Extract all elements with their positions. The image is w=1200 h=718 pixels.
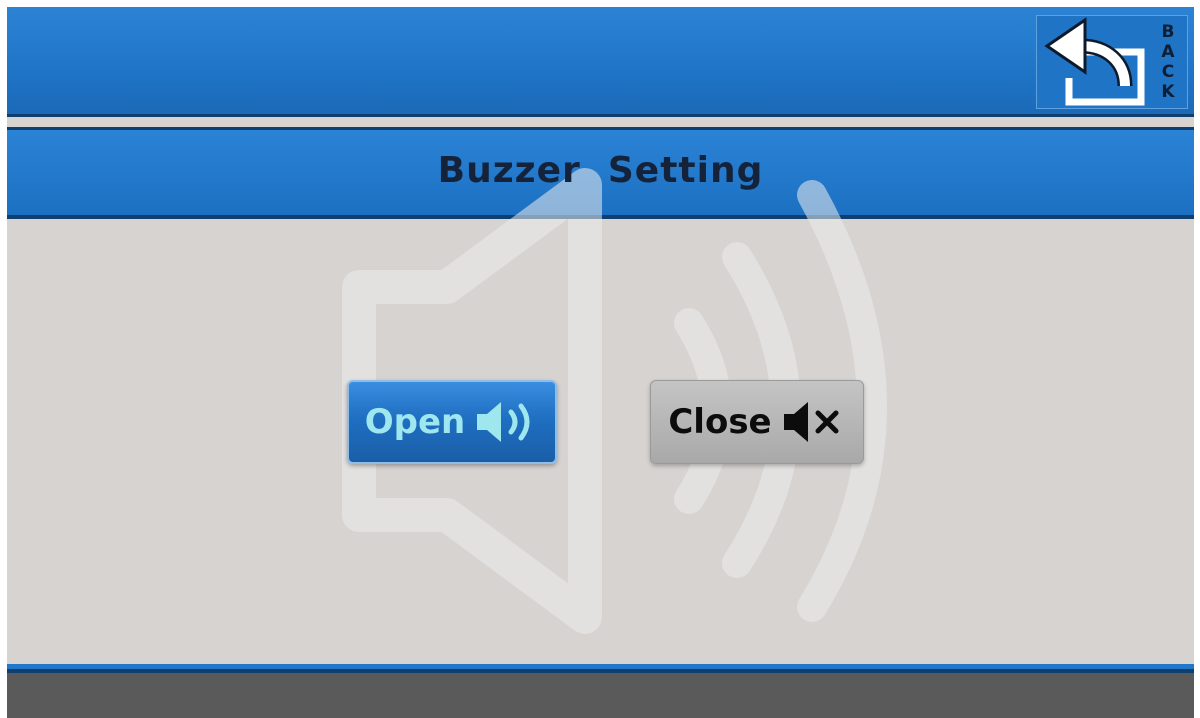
close-label: Close [668, 402, 772, 442]
speaker-mute-icon [783, 402, 839, 442]
open-button[interactable]: Open [347, 380, 557, 464]
back-letter: A [1161, 42, 1175, 62]
open-label: Open [364, 402, 466, 442]
back-letter: C [1161, 62, 1175, 82]
close-button[interactable]: Close [650, 380, 864, 464]
return-arrow-icon [1044, 17, 1145, 106]
back-label: B A C K [1157, 22, 1179, 102]
back-letter: B [1161, 22, 1175, 42]
header-divider [7, 117, 1194, 127]
footer-bar [7, 664, 1194, 718]
back-button[interactable]: B A C K [1036, 15, 1188, 109]
page-title: Buzzer Setting [437, 150, 764, 191]
back-letter: K [1161, 82, 1175, 102]
top-bar [7, 7, 1194, 117]
screen: B A C K Buzzer Setting Open Close [7, 7, 1194, 718]
speaker-sound-icon [477, 402, 530, 442]
